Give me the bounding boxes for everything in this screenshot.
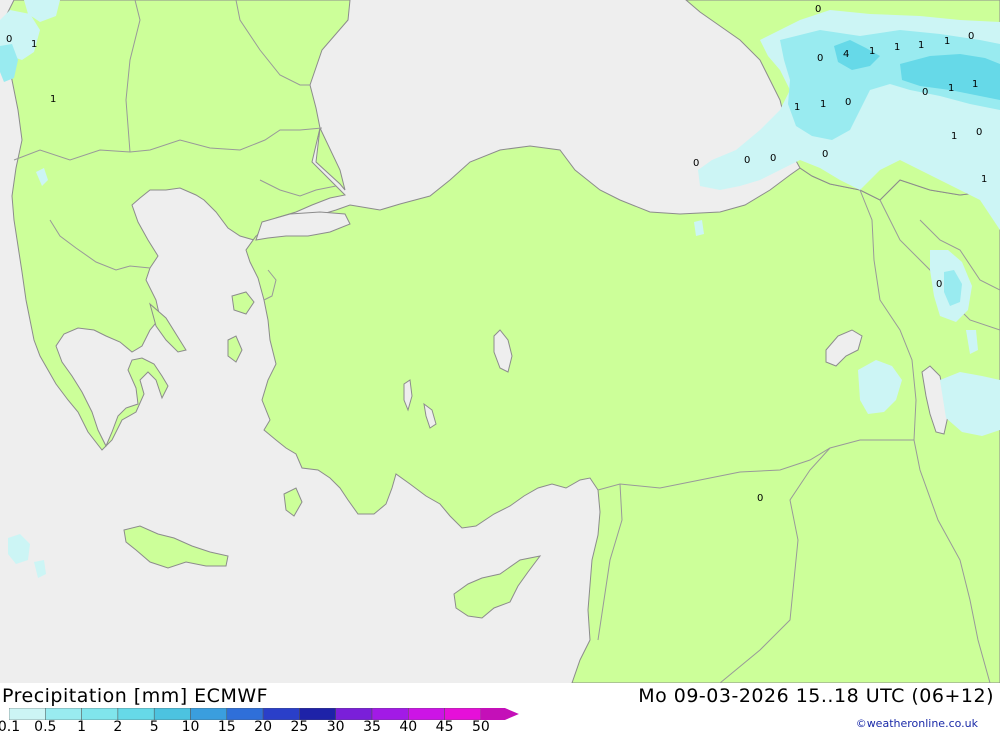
precip-label: 1: [820, 99, 826, 110]
precip-label: 0: [922, 87, 928, 98]
precip-label: 1: [894, 42, 900, 53]
precip-label: 0: [976, 127, 982, 138]
precip-label: 1: [948, 83, 954, 94]
precip-label: 0: [968, 31, 974, 42]
precip-label: 0: [770, 153, 776, 164]
precip-label: 0: [6, 34, 12, 45]
precip-label: 0: [744, 155, 750, 166]
precip-label: 0: [817, 53, 823, 64]
map-footer: Precipitation [mm] ECMWF Mo 09-03-2026 1…: [0, 683, 1000, 735]
precip-label: 0: [815, 4, 821, 15]
precip-label: 1: [31, 39, 37, 50]
precip-label: 1: [981, 174, 987, 185]
precip-label: 1: [951, 131, 957, 142]
precip-label: 0: [693, 158, 699, 169]
map-title: Precipitation [mm] ECMWF: [2, 685, 269, 707]
precip-label: 1: [50, 94, 56, 105]
precip-label: 1: [944, 36, 950, 47]
precip-label: 1: [918, 40, 924, 51]
precip-label: 1: [869, 46, 875, 57]
precip-label: 1: [794, 102, 800, 113]
precip-label: 0: [936, 279, 942, 290]
precip-label: 0: [757, 493, 763, 504]
precip-label: 4: [843, 49, 849, 60]
forecast-datetime: Mo 09-03-2026 15..18 UTC (06+12): [638, 685, 994, 707]
precip-label: 0: [822, 149, 828, 160]
source-credit[interactable]: ©weatheronline.co.uk: [856, 717, 978, 730]
precip-label: 1: [972, 79, 978, 90]
precip-label: 0: [845, 97, 851, 108]
weather-map: 0 1 1 0 0 4 1 1 1 1 0 0 1 1 1 1 0 1 0 0 …: [0, 0, 1000, 684]
